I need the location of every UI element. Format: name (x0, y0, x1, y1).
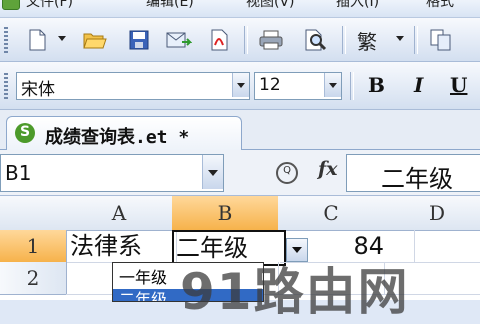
column-header-a[interactable]: A (66, 196, 173, 231)
document-tab[interactable]: 成绩查询表.et * (6, 116, 242, 150)
formula-input[interactable]: 二年级 (346, 154, 480, 193)
font-size-select[interactable]: 12 (254, 72, 342, 100)
pdf-export-icon[interactable] (206, 27, 232, 53)
print-preview-icon[interactable] (302, 27, 328, 53)
menu-format[interactable]: 格式 (426, 0, 454, 11)
new-document-icon[interactable] (24, 27, 50, 53)
watermark: 91路由网 (180, 263, 410, 321)
font-size-value: 12 (259, 75, 281, 95)
traditional-dropdown-chevron-icon[interactable] (396, 36, 404, 41)
document-tab-title: 成绩查询表.et * (45, 127, 190, 148)
function-search-icon[interactable]: Q (276, 162, 298, 184)
save-icon[interactable] (126, 27, 152, 53)
app-logo-icon (2, 0, 20, 10)
copy-icon[interactable] (428, 27, 454, 53)
toolbar-separator (244, 26, 248, 54)
formula-input-value: 二年级 (381, 165, 453, 193)
toolbar-grip[interactable] (4, 73, 8, 99)
spreadsheet-icon (15, 123, 35, 143)
print-icon[interactable] (258, 27, 284, 53)
menu-view[interactable]: 视图(V) (246, 0, 295, 11)
row-header-2[interactable]: 2 (0, 262, 67, 295)
menu-bar: 文件(F) 编辑(E) 视图(V) 插入(I) 格式 (0, 0, 480, 18)
font-name-value: 宋体 (21, 80, 55, 100)
row-header-1[interactable]: 1 (0, 230, 67, 263)
formatting-toolbar: 宋体 12 B I U (0, 62, 480, 110)
name-box-value: B1 (5, 161, 32, 185)
name-box[interactable]: B1 (0, 154, 224, 192)
email-icon[interactable] (166, 27, 192, 53)
document-tab-strip: 成绩查询表.et * (0, 110, 480, 150)
underline-button[interactable]: U (450, 73, 467, 97)
menu-insert[interactable]: 插入(I) (336, 0, 379, 11)
select-all-corner[interactable] (0, 196, 67, 231)
cell-a1[interactable]: 法律系 (66, 230, 177, 263)
name-box-chevron-down-icon[interactable] (202, 155, 223, 189)
column-header-b[interactable]: B (172, 196, 279, 231)
toolbar-grip[interactable] (4, 27, 8, 53)
insert-function-button[interactable]: fx (318, 158, 338, 180)
open-folder-icon[interactable] (82, 27, 108, 53)
new-dropdown-chevron-icon[interactable] (58, 36, 66, 41)
toolbar-separator (350, 72, 354, 100)
column-header-d[interactable]: D (384, 196, 480, 231)
menu-edit[interactable]: 编辑(E) (146, 0, 194, 11)
column-header-c[interactable]: C (278, 196, 385, 231)
formula-bar: B1 Q fx 二年级 (0, 150, 480, 196)
traditional-chinese-icon[interactable]: 繁 (354, 27, 380, 54)
toolbar-separator (414, 26, 418, 54)
font-name-select[interactable]: 宋体 (16, 72, 250, 100)
bold-button[interactable]: B (368, 73, 385, 97)
spreadsheet-grid: A B C D 1 法律系 二年级 84 2 一年级 二年级 91路由网 (0, 196, 480, 321)
toolbar-separator (342, 26, 346, 54)
standard-toolbar: 繁 (0, 18, 480, 62)
font-name-chevron-down-icon[interactable] (232, 73, 249, 97)
italic-button[interactable]: I (414, 73, 423, 97)
menu-file[interactable]: 文件(F) (26, 0, 73, 11)
font-size-chevron-down-icon[interactable] (324, 73, 341, 97)
